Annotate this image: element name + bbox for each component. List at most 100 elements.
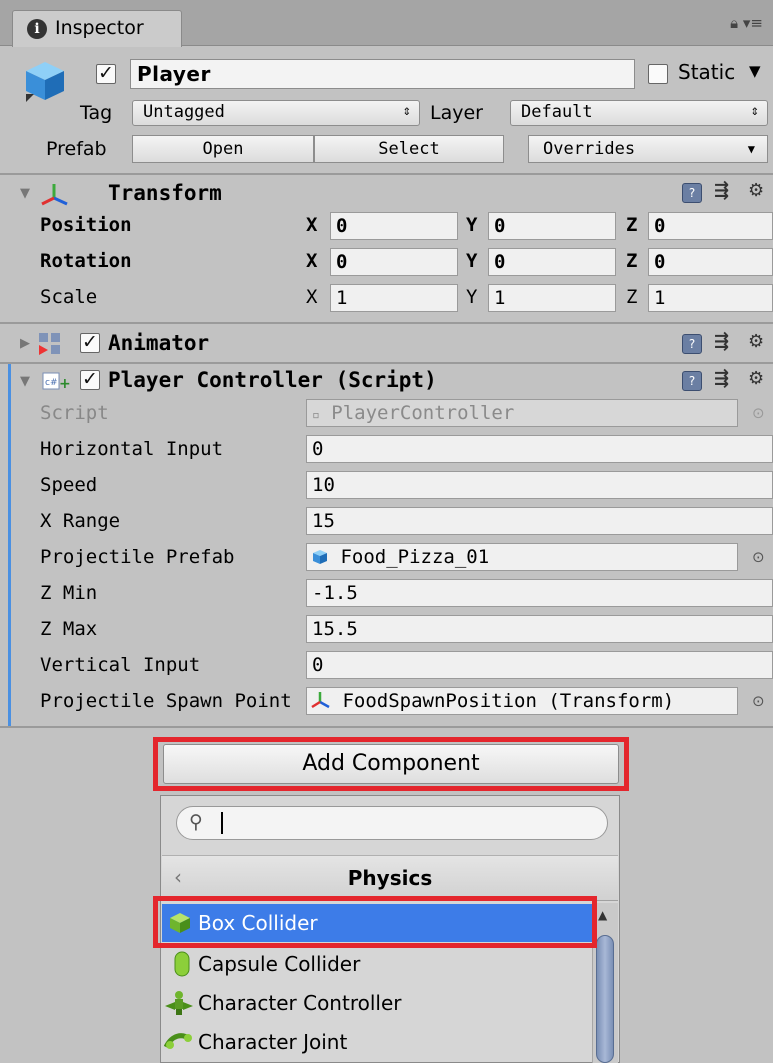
- z-min-label: Z Min: [40, 582, 98, 604]
- info-icon: i: [27, 19, 47, 39]
- scrollbar-thumb[interactable]: [596, 935, 614, 1063]
- gear-icon[interactable]: ⚙: [748, 331, 764, 352]
- axis-x-label[interactable]: X: [306, 214, 317, 236]
- axis-x-label[interactable]: X: [306, 250, 317, 272]
- speed-field[interactable]: 10: [306, 471, 773, 499]
- tag-dropdown[interactable]: Untagged ⇕: [132, 100, 420, 126]
- gameobject-cube-icon: [20, 56, 70, 106]
- prefab-cube-icon: [313, 550, 327, 564]
- help-icon[interactable]: ?: [682, 334, 702, 354]
- preset-icon[interactable]: ⇶: [714, 180, 729, 201]
- rotation-y-field[interactable]: 0: [488, 248, 616, 276]
- foldout-collapsed-icon[interactable]: ▶: [20, 336, 30, 351]
- script-field: ▫ PlayerController: [306, 399, 738, 427]
- axis-z-label[interactable]: Z: [626, 250, 637, 272]
- vertical-input-field[interactable]: 0: [306, 651, 773, 679]
- foldout-expanded-icon[interactable]: ▼: [20, 374, 30, 389]
- layer-dropdown[interactable]: Default ⇕: [510, 100, 768, 126]
- static-checkbox[interactable]: [648, 64, 668, 84]
- chevron-down-icon: ▼: [747, 142, 755, 156]
- scale-y-field[interactable]: 1: [488, 284, 616, 312]
- divider: [0, 173, 773, 175]
- object-picker-icon: ⊙: [752, 404, 765, 422]
- axis-z-label[interactable]: Z: [626, 286, 637, 308]
- text-cursor: [221, 812, 223, 834]
- list-item-label: Character Joint: [198, 1030, 348, 1054]
- svg-text:+: +: [59, 376, 71, 392]
- axis-x-label[interactable]: X: [306, 286, 317, 308]
- prefab-select-button[interactable]: Select: [314, 135, 504, 163]
- chevron-updown-icon: ⇕: [402, 103, 411, 119]
- foldout-expanded-icon[interactable]: ▼: [20, 186, 30, 201]
- scale-x-field[interactable]: 1: [330, 284, 458, 312]
- static-dropdown-icon[interactable]: ▼: [749, 62, 761, 80]
- animator-icon: [38, 332, 62, 356]
- rotation-z-field[interactable]: 0: [648, 248, 773, 276]
- position-label: Position: [40, 214, 132, 236]
- z-max-field[interactable]: 15.5: [306, 615, 773, 643]
- rotation-label: Rotation: [40, 250, 132, 272]
- axis-y-label[interactable]: Y: [466, 286, 477, 308]
- help-icon[interactable]: ?: [682, 371, 702, 391]
- scale-z-field[interactable]: 1: [648, 284, 773, 312]
- divider: [0, 362, 773, 364]
- component-search-input[interactable]: ⚲: [176, 806, 608, 840]
- layer-label: Layer: [430, 102, 483, 124]
- active-checkbox[interactable]: [96, 62, 116, 84]
- axis-y-label[interactable]: Y: [466, 250, 477, 272]
- position-y-field[interactable]: 0: [488, 212, 616, 240]
- preset-icon[interactable]: ⇶: [714, 331, 729, 352]
- divider: [0, 322, 773, 324]
- add-component-button[interactable]: Add Component: [163, 744, 619, 784]
- spawn-point-field[interactable]: FoodSpawnPosition (Transform): [306, 687, 738, 715]
- horizontal-input-label: Horizontal Input: [40, 438, 224, 460]
- scroll-up-icon[interactable]: ▲: [598, 908, 607, 922]
- gear-icon[interactable]: ⚙: [748, 180, 764, 201]
- position-x-field[interactable]: 0: [330, 212, 458, 240]
- speed-label: Speed: [40, 474, 98, 496]
- script-label: Script: [40, 402, 109, 424]
- transform-icon: [40, 180, 72, 212]
- position-z-field[interactable]: 0: [648, 212, 773, 240]
- axis-z-label[interactable]: Z: [626, 214, 637, 236]
- object-picker-icon[interactable]: ⊙: [752, 692, 765, 710]
- horizontal-input-field[interactable]: 0: [306, 435, 773, 463]
- x-range-field[interactable]: 15: [306, 507, 773, 535]
- list-item-character-controller[interactable]: Character Controller: [162, 984, 592, 1022]
- player-controller-title: Player Controller (Script): [108, 368, 437, 392]
- list-item-character-joint[interactable]: Character Joint: [162, 1023, 592, 1061]
- lock-icon[interactable]: 🔒︎ ▾≡: [730, 14, 763, 32]
- selection-indicator: [8, 364, 11, 726]
- prefab-open-button[interactable]: Open: [132, 135, 314, 163]
- prefab-label: Prefab: [46, 138, 107, 160]
- animator-enabled-checkbox[interactable]: [80, 331, 100, 353]
- overrides-label: Overrides: [543, 139, 636, 159]
- category-header: ‹ Physics: [162, 855, 618, 901]
- projectile-prefab-value: Food_Pizza_01: [340, 546, 490, 568]
- axis-y-label[interactable]: Y: [466, 214, 477, 236]
- object-name-field[interactable]: Player: [130, 59, 635, 89]
- script-value: PlayerController: [331, 402, 515, 424]
- gear-icon[interactable]: ⚙: [748, 368, 764, 389]
- x-range-label: X Range: [40, 510, 121, 532]
- preset-icon[interactable]: ⇶: [714, 368, 729, 389]
- projectile-prefab-field[interactable]: Food_Pizza_01: [306, 543, 738, 571]
- animator-title: Animator: [108, 331, 210, 355]
- scale-label: Scale: [40, 286, 98, 308]
- tag-label: Tag: [80, 102, 113, 124]
- prefab-overrides-dropdown[interactable]: Overrides ▼: [528, 135, 768, 163]
- script-file-icon: ▫: [312, 408, 320, 423]
- help-icon[interactable]: ?: [682, 183, 702, 203]
- z-min-field[interactable]: -1.5: [306, 579, 773, 607]
- tab-inspector[interactable]: i Inspector: [12, 10, 182, 47]
- transform-title: Transform: [108, 181, 222, 205]
- character-controller-icon: [165, 991, 193, 1015]
- list-item-capsule-collider[interactable]: Capsule Collider: [162, 945, 592, 983]
- rotation-x-field[interactable]: 0: [330, 248, 458, 276]
- list-item-label: Character Controller: [198, 991, 402, 1015]
- category-title: Physics: [347, 866, 433, 890]
- z-max-label: Z Max: [40, 618, 98, 640]
- projectile-prefab-label: Projectile Prefab: [40, 546, 235, 568]
- object-picker-icon[interactable]: ⊙: [752, 548, 765, 566]
- controller-enabled-checkbox[interactable]: [80, 368, 100, 390]
